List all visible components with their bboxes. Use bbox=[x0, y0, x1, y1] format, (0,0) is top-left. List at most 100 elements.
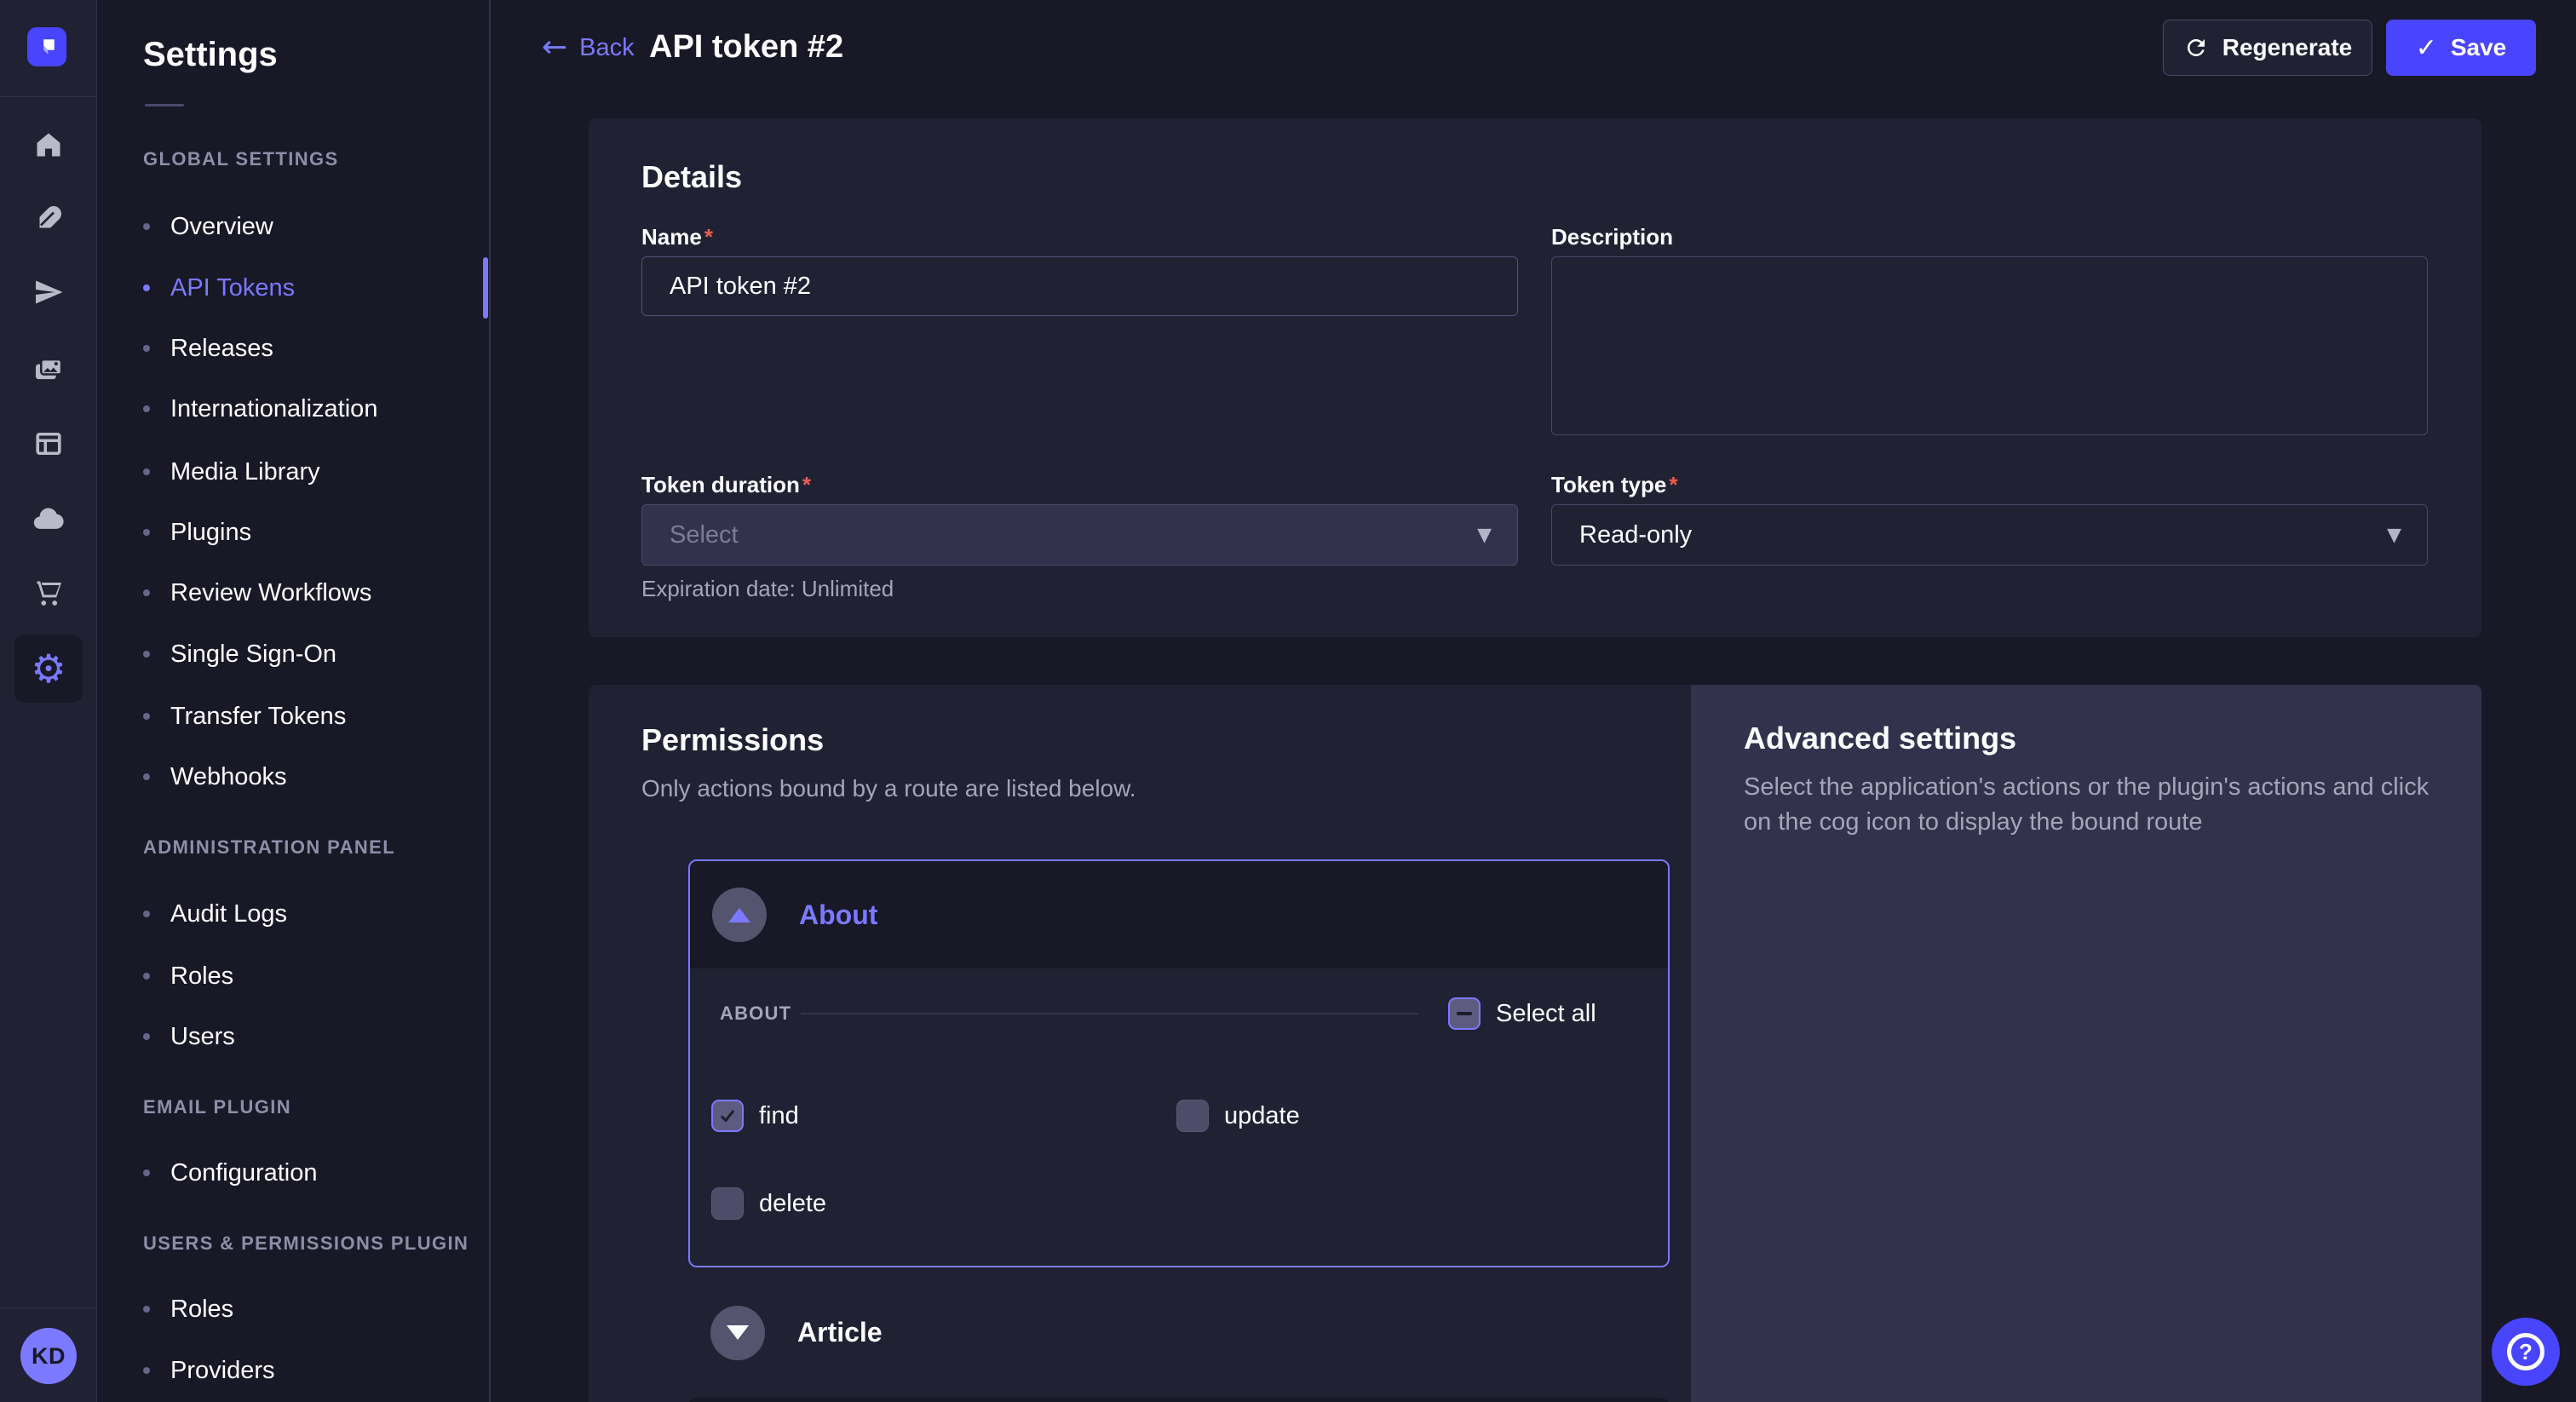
avatar[interactable]: KD bbox=[20, 1328, 77, 1384]
settings-icon[interactable]: ⚙ bbox=[14, 635, 83, 703]
nav-rail: ⚙ KD bbox=[0, 0, 97, 1402]
deploy-icon[interactable] bbox=[14, 486, 83, 554]
expand-toggle-button[interactable] bbox=[710, 1306, 765, 1360]
select-all-label: Select all bbox=[1496, 1000, 1596, 1028]
token-type-select[interactable]: Read-only ▼ bbox=[1551, 504, 2428, 566]
marketplace-icon[interactable] bbox=[14, 559, 83, 627]
accordion-about-header[interactable]: About bbox=[690, 861, 1668, 968]
sidebar-item-roles[interactable]: Roles bbox=[143, 957, 472, 995]
checkmark-icon bbox=[718, 1106, 737, 1125]
action-row-update[interactable]: update bbox=[1176, 1100, 1300, 1132]
question-mark-icon: ? bbox=[2507, 1333, 2544, 1370]
bullet-icon bbox=[143, 1169, 150, 1176]
regenerate-button[interactable]: Regenerate bbox=[2163, 20, 2372, 76]
back-label: Back bbox=[579, 34, 634, 62]
update-checkbox[interactable] bbox=[1176, 1100, 1209, 1132]
advanced-settings-panel: Advanced settings Select the application… bbox=[1691, 685, 2481, 1402]
gear-icon: ⚙ bbox=[31, 649, 66, 688]
indeterminate-dash-icon bbox=[1457, 1012, 1472, 1015]
chevron-down-icon: ▼ bbox=[1477, 525, 1492, 546]
sidebar-item-media-library[interactable]: Media Library bbox=[143, 453, 472, 491]
refresh-icon bbox=[2183, 35, 2209, 60]
accordion-about-title: About bbox=[799, 899, 877, 931]
strapi-admin-app: ⚙ KD Settings GLOBAL SETTINGS Overview A… bbox=[0, 0, 2576, 1402]
find-checkbox[interactable] bbox=[711, 1100, 744, 1132]
section-label-email-plugin: EMAIL PLUGIN bbox=[143, 1096, 291, 1118]
delete-checkbox[interactable] bbox=[711, 1187, 744, 1220]
chevron-down-icon bbox=[727, 1325, 749, 1340]
select-all-checkbox[interactable] bbox=[1448, 997, 1481, 1030]
collapse-toggle-button[interactable] bbox=[712, 888, 767, 942]
sidebar-item-transfer-tokens[interactable]: Transfer Tokens bbox=[143, 698, 472, 735]
section-label-users-permissions-plugin: USERS & PERMISSIONS PLUGIN bbox=[143, 1232, 469, 1255]
advanced-settings-description: Select the application's actions or the … bbox=[1744, 770, 2442, 840]
sidebar-item-plugins[interactable]: Plugins bbox=[143, 514, 472, 551]
action-row-find[interactable]: find bbox=[711, 1100, 799, 1132]
permissions-card: Permissions Only actions bound by a rout… bbox=[589, 685, 2481, 1402]
token-duration-label: Token duration* bbox=[641, 472, 811, 498]
rail-divider-bottom bbox=[0, 1307, 97, 1308]
sidebar-item-configuration[interactable]: Configuration bbox=[143, 1154, 472, 1192]
action-row-delete[interactable]: delete bbox=[711, 1187, 826, 1220]
sidebar-item-audit-logs[interactable]: Audit Logs bbox=[143, 895, 472, 933]
media-library-icon[interactable] bbox=[14, 336, 83, 404]
bullet-icon bbox=[143, 468, 150, 475]
token-duration-select[interactable]: Select ▼ bbox=[641, 504, 1518, 566]
section-label-global-settings: GLOBAL SETTINGS bbox=[143, 148, 339, 170]
find-label: find bbox=[759, 1102, 799, 1130]
description-field[interactable] bbox=[1551, 256, 2428, 435]
sidebar-item-overview[interactable]: Overview bbox=[143, 208, 472, 245]
bullet-icon bbox=[143, 223, 150, 230]
releases-icon[interactable] bbox=[14, 258, 83, 326]
accordion-about-body: ABOUT Select all find bbox=[690, 968, 1668, 1267]
update-label: update bbox=[1224, 1102, 1300, 1130]
required-asterisk: * bbox=[802, 472, 811, 497]
help-button[interactable]: ? bbox=[2492, 1318, 2560, 1386]
sidebar-item-review-workflows[interactable]: Review Workflows bbox=[143, 574, 472, 612]
sidebar-item-releases[interactable]: Releases bbox=[143, 330, 472, 367]
sidebar-item-webhooks[interactable]: Webhooks bbox=[143, 758, 472, 796]
sidebar-item-internationalization[interactable]: Internationalization bbox=[143, 390, 472, 428]
required-asterisk: * bbox=[1669, 472, 1677, 497]
active-item-indicator bbox=[483, 257, 488, 319]
page-title: API token #2 bbox=[649, 29, 843, 66]
bullet-icon bbox=[143, 911, 150, 917]
select-all-row[interactable]: Select all bbox=[1448, 997, 1596, 1030]
subnav-title: Settings bbox=[143, 36, 278, 74]
content-manager-icon[interactable] bbox=[14, 185, 83, 253]
chevron-down-icon: ▼ bbox=[2387, 525, 2401, 546]
home-icon[interactable] bbox=[14, 111, 83, 179]
sidebar-item-users[interactable]: Users bbox=[143, 1018, 472, 1055]
back-link[interactable]: ← Back bbox=[542, 19, 635, 77]
regenerate-label: Regenerate bbox=[2222, 34, 2353, 61]
rail-divider bbox=[0, 96, 97, 97]
subnav-title-divider bbox=[145, 104, 184, 106]
section-label-administration-panel: ADMINISTRATION PANEL bbox=[143, 836, 395, 859]
bullet-icon bbox=[143, 405, 150, 412]
bullet-icon bbox=[143, 1306, 150, 1313]
permissions-heading: Permissions bbox=[641, 722, 824, 758]
name-label: Name* bbox=[641, 224, 713, 250]
content-type-builder-icon[interactable] bbox=[14, 410, 83, 478]
strapi-logo[interactable] bbox=[27, 27, 66, 66]
bullet-icon bbox=[143, 345, 150, 352]
token-type-label: Token type* bbox=[1551, 472, 1677, 498]
settings-subnav: Settings GLOBAL SETTINGS Overview API To… bbox=[97, 0, 491, 1402]
accordion-article-header[interactable]: Article bbox=[688, 1267, 1670, 1398]
sidebar-item-providers[interactable]: Providers bbox=[143, 1352, 472, 1389]
bullet-icon bbox=[143, 1033, 150, 1040]
sidebar-item-api-tokens[interactable]: API Tokens bbox=[143, 269, 472, 307]
group-divider bbox=[801, 1013, 1418, 1014]
bullet-icon bbox=[143, 651, 150, 658]
delete-label: delete bbox=[759, 1190, 826, 1218]
token-duration-value: Select bbox=[670, 521, 739, 549]
bullet-icon bbox=[143, 589, 150, 596]
check-icon: ✓ bbox=[2416, 33, 2437, 63]
token-type-value: Read-only bbox=[1579, 521, 1692, 549]
accordion-article-title: Article bbox=[797, 1317, 883, 1348]
save-button[interactable]: ✓ Save bbox=[2386, 20, 2536, 76]
name-field[interactable] bbox=[641, 256, 1518, 316]
sidebar-item-single-sign-on[interactable]: Single Sign-On bbox=[143, 635, 472, 673]
permissions-subtitle: Only actions bound by a route are listed… bbox=[641, 775, 1136, 802]
sidebar-item-up-roles[interactable]: Roles bbox=[143, 1290, 472, 1328]
